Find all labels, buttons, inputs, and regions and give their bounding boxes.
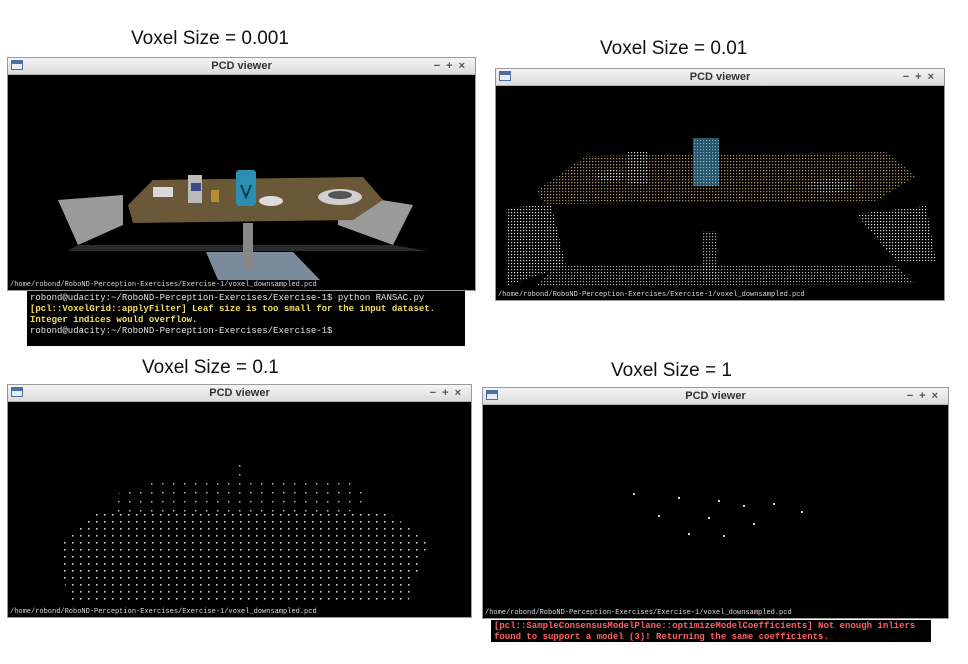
terminal-command-line: robond@udacity:~/RoboND-Perception-Exerc… (30, 293, 425, 303)
minimize-icon[interactable]: − (903, 71, 915, 83)
window-titlebar[interactable]: PCD viewer −+× (8, 385, 471, 402)
point-cloud-viewport[interactable] (483, 405, 948, 618)
window-titlebar[interactable]: PCD viewer −+× (483, 388, 948, 405)
window-title: PCD viewer (689, 71, 751, 83)
caption-voxel-0-001: Voxel Size = 0.001 (131, 28, 289, 49)
pcd-viewer-window-4: PCD viewer −+× /home/robond/RoboND-Perce… (482, 387, 949, 619)
file-path-label: /home/robond/RoboND-Perception-Exercises… (498, 291, 805, 299)
maximize-icon[interactable]: + (919, 390, 931, 402)
minimize-icon[interactable]: − (434, 60, 446, 72)
terminal-error-line: [pcl::SampleConsensusModelPlane::optimiz… (494, 621, 916, 642)
file-path-label: /home/robond/RoboND-Perception-Exercises… (485, 609, 792, 617)
window-icon (11, 387, 23, 397)
terminal-prompt: robond@udacity:~/RoboND-Perception-Exerc… (30, 326, 333, 336)
maximize-icon[interactable]: + (915, 71, 927, 83)
window-titlebar[interactable]: PCD viewer −+× (8, 58, 475, 75)
window-controls: −+× (907, 388, 944, 404)
window-icon (486, 390, 498, 400)
window-controls: −+× (903, 69, 940, 85)
window-title: PCD viewer (685, 390, 746, 402)
maximize-icon[interactable]: + (442, 387, 454, 399)
window-icon (11, 60, 23, 70)
caption-voxel-0-01: Voxel Size = 0.01 (600, 38, 748, 59)
point-cloud-render (58, 170, 428, 280)
point-cloud-viewport[interactable] (496, 86, 944, 300)
window-controls: −+× (430, 385, 467, 401)
window-title: PCD viewer (211, 60, 272, 72)
terminal-output-top[interactable]: robond@udacity:~/RoboND-Perception-Exerc… (27, 291, 465, 346)
point-cloud-viewport[interactable] (8, 75, 475, 290)
window-controls: −+× (434, 58, 471, 74)
terminal-output-bottom[interactable]: [pcl::SampleConsensusModelPlane::optimiz… (491, 620, 931, 642)
minimize-icon[interactable]: − (430, 387, 442, 399)
terminal-warning-line: [pcl::VoxelGrid::applyFilter] Leaf size … (30, 304, 436, 325)
maximize-icon[interactable]: + (446, 60, 458, 72)
file-path-label: /home/robond/RoboND-Perception-Exercises… (10, 608, 317, 616)
window-titlebar[interactable]: PCD viewer −+× (496, 69, 944, 86)
window-title: PCD viewer (209, 387, 270, 399)
close-icon[interactable]: × (932, 390, 944, 402)
close-icon[interactable]: × (928, 71, 940, 83)
pcd-viewer-window-1: PCD viewer −+× /home/robond/RoboND-Perce… (7, 57, 476, 291)
window-icon (499, 71, 511, 81)
close-icon[interactable]: × (455, 387, 467, 399)
minimize-icon[interactable]: − (907, 390, 919, 402)
file-path-label: /home/robond/RoboND-Perception-Exercises… (10, 281, 317, 289)
point-cloud-render (58, 462, 428, 602)
caption-voxel-1: Voxel Size = 1 (611, 360, 732, 381)
caption-voxel-0-1: Voxel Size = 0.1 (142, 357, 279, 378)
close-icon[interactable]: × (459, 60, 471, 72)
pcd-viewer-window-2: PCD viewer −+× /home/robond/RoboND-Perce… (495, 68, 945, 301)
point-cloud-render (506, 138, 936, 286)
point-cloud-render (633, 493, 803, 537)
point-cloud-viewport[interactable] (8, 402, 471, 617)
pcd-viewer-window-3: PCD viewer −+× /home/robond/RoboND-Perce… (7, 384, 472, 618)
